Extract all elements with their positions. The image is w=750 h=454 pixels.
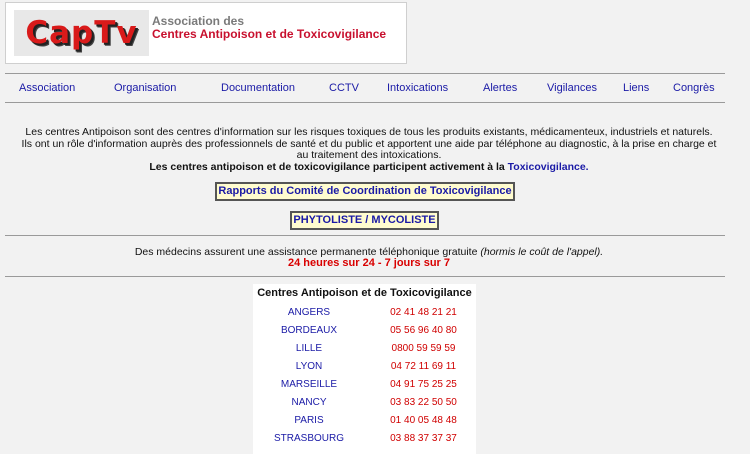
city-link-nancy[interactable]: NANCY [253,397,365,408]
hours-text: 24 heures sur 24 - 7 jours sur 7 [287,257,451,269]
main-nav: Association Organisation Documentation C… [0,82,730,96]
city-link-lille[interactable]: LILLE [253,343,365,354]
nav-item-documentation[interactable]: Documentation [221,82,295,94]
city-link-lyon[interactable]: LYON [253,361,365,372]
city-link-angers[interactable]: ANGERS [253,307,365,318]
centers-title: Centres Antipoison et de Toxicovigilance [257,287,472,299]
phone-number: 04 91 75 25 25 [390,379,457,390]
table-row: MARSEILLE 04 91 75 25 25 [253,379,476,393]
table-row: NANCY 03 83 22 50 50 [253,397,476,411]
city-link-bordeaux[interactable]: BORDEAUX [253,325,365,336]
nav-item-vigilances[interactable]: Vigilances [547,82,597,94]
divider [5,276,725,277]
nav-item-organisation[interactable]: Organisation [114,82,176,94]
intro-line-1: Les centres Antipoison sont des centres … [25,126,713,138]
captv-logo[interactable]: CapTv [14,10,149,56]
divider [5,235,725,236]
phone-number: 0800 59 59 59 [391,343,456,354]
table-row: BORDEAUX 05 56 96 40 80 [253,325,476,339]
toxicovigilance-link[interactable]: Toxicovigilance. [508,161,589,173]
city-link-strasbourg[interactable]: STRASBOURG [253,433,365,444]
site-header: CapTv Association des Centres Antipoison… [5,2,407,64]
nav-item-congres[interactable]: Congrès [673,82,715,94]
nav-item-alertes[interactable]: Alertes [483,82,517,94]
header-line-1: Association des [152,14,245,28]
phone-number: 03 83 22 50 50 [390,397,457,408]
phone-number: 02 41 48 21 21 [390,307,457,318]
phytoliste-button[interactable]: PHYTOLISTE / MYCOLISTE [290,211,439,230]
table-row: STRASBOURG 03 88 37 37 37 [253,433,476,447]
nav-item-association[interactable]: Association [19,82,75,94]
phone-number: 03 88 37 37 37 [390,433,457,444]
table-row: PARIS 01 40 05 48 48 [253,415,476,429]
table-row: LYON 04 72 11 69 11 [253,361,476,375]
city-link-paris[interactable]: PARIS [253,415,365,426]
logo-text: CapTv [25,15,138,51]
table-row: LILLE 0800 59 59 59 [253,343,476,357]
nav-item-liens[interactable]: Liens [623,82,649,94]
phone-number: 05 56 96 40 80 [390,325,457,336]
intro-line-4-text: Les centres antipoison et de toxicovigil… [149,160,508,173]
divider [5,102,725,103]
header-line-2: Centres Antipoison et de Toxicovigilance [152,27,387,41]
phone-number: 04 72 11 69 11 [390,361,457,372]
intro-text: Les centres Antipoison sont des centres … [5,126,733,174]
phone-number: 01 40 05 48 48 [390,415,457,426]
intro-line-4: Les centres antipoison et de toxicovigil… [5,160,733,174]
nav-item-cctv[interactable]: CCTV [329,82,359,94]
divider [5,73,725,74]
city-link-marseille[interactable]: MARSEILLE [253,379,365,390]
nav-item-intoxications[interactable]: Intoxications [387,82,448,94]
rapports-button[interactable]: Rapports du Comité de Coordination de To… [215,182,515,201]
centers-table: Centres Antipoison et de Toxicovigilance… [253,284,476,454]
table-row: ANGERS 02 41 48 21 21 [253,307,476,321]
